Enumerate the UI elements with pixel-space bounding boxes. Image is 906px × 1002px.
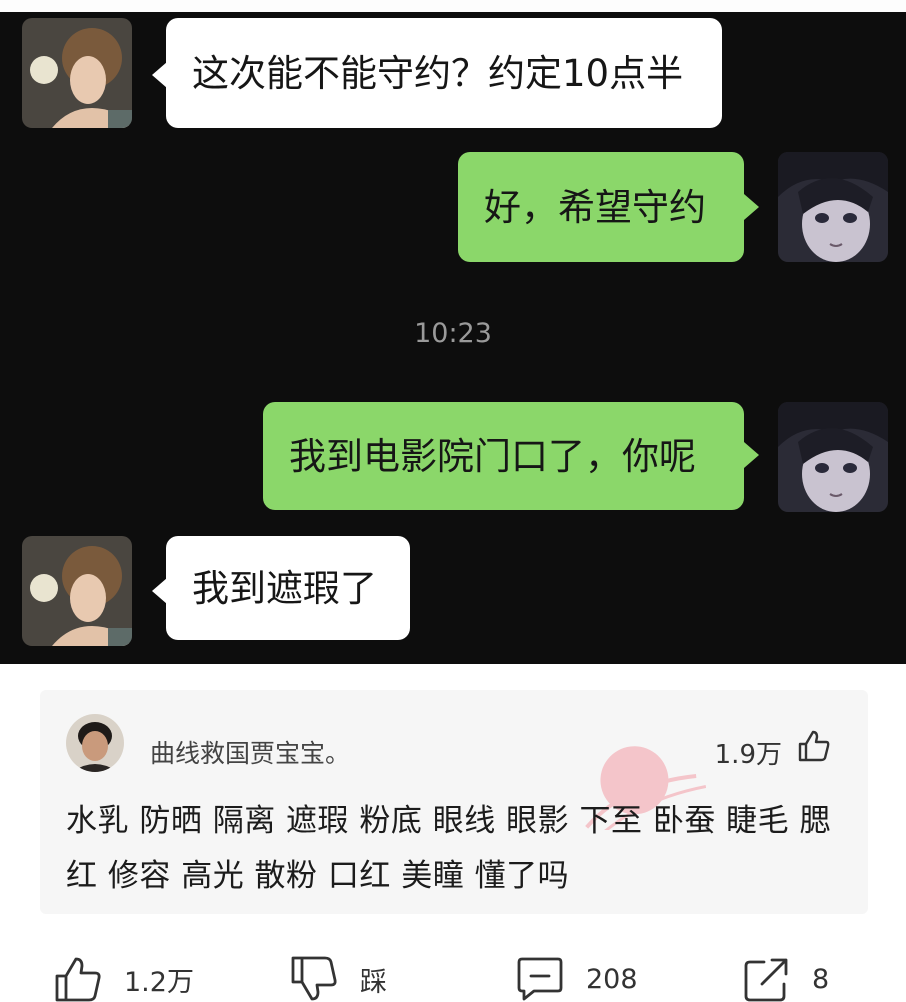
action-bar: 1.2万 踩 208 8 [0, 948, 906, 1002]
bubble-tail [744, 442, 759, 468]
thumbs-up-icon[interactable] [796, 728, 832, 764]
incoming-message: 我到遮瑕了 [166, 536, 410, 640]
comment-count: 208 [586, 963, 638, 995]
share-count: 8 [812, 963, 830, 995]
dislike-label: 踩 [360, 966, 387, 998]
commenter-avatar-image [66, 714, 124, 772]
dislike-button[interactable]: 踩 [290, 956, 387, 1002]
outgoing-message: 好，希望守约 [458, 152, 744, 262]
anime-avatar [778, 402, 888, 512]
anime-avatar-image [778, 152, 888, 262]
incoming-message: 这次能不能守约？约定10点半 [166, 18, 722, 128]
message-timestamp: 10:23 [414, 318, 492, 349]
message-text: 我到电影院门口了，你呢 [289, 434, 696, 478]
message-text: 好，希望守约 [484, 185, 706, 229]
outgoing-message: 我到电影院门口了，你呢 [263, 402, 744, 510]
bubble-tail [744, 194, 759, 220]
thumbs-up-icon [55, 957, 101, 1002]
girl-avatar-image [22, 18, 132, 128]
bubble-tail [152, 62, 167, 88]
comment-button[interactable]: 208 [516, 956, 638, 1002]
like-button[interactable]: 1.2万 [54, 956, 194, 1002]
commenter-avatar[interactable] [66, 714, 124, 772]
comment-icon [517, 957, 563, 1001]
girl-avatar [22, 18, 132, 128]
message-text: 这次能不能守约？约定10点半 [192, 51, 684, 95]
share-button[interactable]: 8 [742, 956, 829, 1002]
commenter-username[interactable]: 曲线救国贾宝宝。 [150, 734, 350, 770]
bubble-tail [152, 578, 167, 604]
thumbs-down-icon [291, 956, 337, 1001]
anime-avatar-image [778, 402, 888, 512]
girl-avatar [22, 536, 132, 646]
top-comment[interactable]: 曲线救国贾宝宝。 1.9万 水乳 防晒 隔离 遮瑕 粉底 眼线 眼影 下至 卧蚕… [40, 690, 868, 914]
share-icon [744, 958, 788, 1002]
top-strip [0, 0, 906, 12]
comment-text: 水乳 防晒 隔离 遮瑕 粉底 眼线 眼影 下至 卧蚕 睫毛 腮红 修容 高光 散… [66, 803, 832, 894]
like-count: 1.2万 [124, 966, 194, 998]
comment-like-count: 1.9万 [714, 740, 782, 770]
chat-screenshot: 这次能不能守约？约定10点半 好，希望守约 10:23 我到电影院门口了，你呢 [0, 12, 906, 664]
girl-avatar-image [22, 536, 132, 646]
message-text: 我到遮瑕了 [192, 566, 377, 610]
anime-avatar [778, 152, 888, 262]
